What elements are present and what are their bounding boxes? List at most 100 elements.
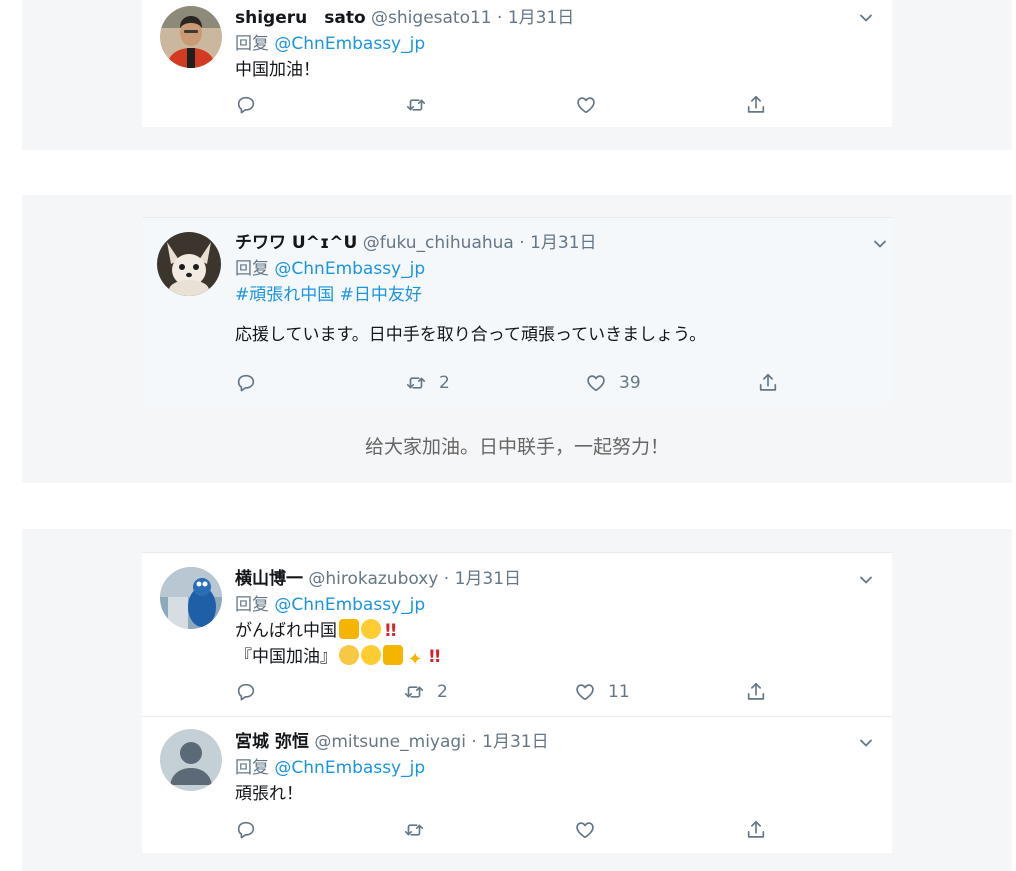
retweet-button[interactable] xyxy=(405,92,427,118)
mention-link[interactable]: @ChnEmbassy_jp xyxy=(274,595,425,615)
like-button[interactable] xyxy=(574,817,596,843)
tweet-header: shigeru sato @shigesato11 · 1月31日 xyxy=(235,5,872,31)
like-button[interactable] xyxy=(575,92,597,118)
reply-button[interactable] xyxy=(235,370,257,396)
like-icon xyxy=(574,681,596,703)
display-name[interactable]: 横山博一 xyxy=(235,569,303,589)
like-count: 11 xyxy=(608,682,630,702)
share-button[interactable] xyxy=(745,817,767,843)
display-name[interactable]: チワワ U^ɪ^U xyxy=(235,233,357,253)
reply-button[interactable] xyxy=(235,679,257,705)
share-icon xyxy=(745,681,767,703)
dot-separator: · xyxy=(465,732,483,752)
reply-icon xyxy=(235,681,257,703)
reply-prefix: 回复 xyxy=(235,259,269,279)
hashtag-links[interactable]: #頑張れ中国 #日中友好 xyxy=(235,282,872,308)
chevron-down-icon[interactable] xyxy=(872,236,888,252)
action-bar xyxy=(235,817,775,843)
grin-emoji xyxy=(361,645,381,665)
timestamp[interactable]: 1月31日 xyxy=(508,8,574,28)
reply-prefix: 回复 xyxy=(235,758,269,778)
reply-context: 回复 @ChnEmbassy_jp xyxy=(235,256,872,282)
retweet-icon xyxy=(403,681,425,703)
sparkles-emoji: ✦ xyxy=(407,649,423,670)
laughing-emoji xyxy=(361,619,381,639)
reply-context: 回复 @ChnEmbassy_jp xyxy=(235,755,872,781)
like-button[interactable]: 39 xyxy=(585,370,641,396)
reply-context: 回复 @ChnEmbassy_jp xyxy=(235,592,872,618)
tweet-text: 『中国加油』 xyxy=(235,647,337,667)
tweet-shigesato11[interactable]: shigeru sato @shigesato11 · 1月31日 回复 @Ch… xyxy=(142,0,892,127)
avatar[interactable] xyxy=(160,567,222,629)
like-count: 39 xyxy=(619,373,641,393)
dot-separator: · xyxy=(513,233,531,253)
reply-button[interactable] xyxy=(235,817,257,843)
dot-separator: · xyxy=(491,8,508,28)
reply-icon xyxy=(235,372,257,394)
retweet-icon xyxy=(403,819,425,841)
retweet-icon xyxy=(405,372,427,394)
tweet-header: 宮城 弥恒 @mitsune_miyagi · 1月31日 xyxy=(235,729,872,755)
reply-button[interactable] xyxy=(235,92,257,118)
avatar[interactable] xyxy=(157,232,221,296)
handle[interactable]: @shigesato11 xyxy=(371,8,492,28)
double-exclamation-icon: !! xyxy=(428,647,441,667)
tweet-text: 応援しています。日中手を取り合って頑張っていきましょう。 xyxy=(235,325,707,345)
retweet-button[interactable]: 2 xyxy=(403,679,448,705)
tweet-text-line1: がんばれ中国!! xyxy=(235,618,872,644)
like-icon xyxy=(585,372,607,394)
retweet-count: 2 xyxy=(439,373,450,393)
tweet-text: がんばれ中国 xyxy=(235,621,337,641)
share-icon xyxy=(745,94,767,116)
reply-icon xyxy=(235,94,257,116)
tweet-text: 中国加油！ xyxy=(235,60,320,80)
avatar[interactable] xyxy=(160,6,222,68)
raised-fist-emoji xyxy=(339,645,359,665)
tweet-header: チワワ U^ɪ^U @fuku_chihuahua · 1月31日 xyxy=(235,230,872,256)
mention-link[interactable]: @ChnEmbassy_jp xyxy=(274,758,425,778)
like-button[interactable]: 11 xyxy=(574,679,630,705)
handle[interactable]: @mitsune_miyagi xyxy=(314,732,466,752)
tweet-text-line2: 『中国加油』 ✦!! xyxy=(235,644,872,670)
share-icon xyxy=(745,819,767,841)
reply-icon xyxy=(235,819,257,841)
like-icon xyxy=(575,94,597,116)
tweet-mitsune_miyagi[interactable]: 宮城 弥恒 @mitsune_miyagi · 1月31日 回复 @ChnEmb… xyxy=(142,716,892,854)
tweet-card-1[interactable]: shigeru sato @shigesato11 · 1月31日 回复 @Ch… xyxy=(142,0,892,127)
tweet-text: 頑張れ！ xyxy=(235,784,303,804)
retweet-count: 2 xyxy=(437,682,448,702)
action-bar: 2 11 xyxy=(235,679,775,705)
translation-caption: 给大家加油。日中联手，一起努力！ xyxy=(364,436,669,458)
retweet-button[interactable]: 2 xyxy=(405,370,450,396)
thumbs-up-emoji xyxy=(383,645,403,665)
timestamp[interactable]: 1月31日 xyxy=(455,569,521,589)
like-icon xyxy=(574,819,596,841)
dot-separator: · xyxy=(438,569,455,589)
reply-prefix: 回复 xyxy=(235,595,269,615)
reply-context: 回复 @ChnEmbassy_jp xyxy=(235,31,872,57)
share-button[interactable] xyxy=(757,370,779,396)
tweet-card-3[interactable]: 横山博一 @hirokazuboxy · 1月31日 回复 @ChnEmbass… xyxy=(142,552,892,853)
timestamp[interactable]: 1月31日 xyxy=(482,732,548,752)
tweet-card-2[interactable]: チワワ U^ɪ^U @fuku_chihuahua · 1月31日 回复 @Ch… xyxy=(142,217,892,406)
reply-prefix: 回复 xyxy=(235,34,269,54)
handle[interactable]: @hirokazuboxy xyxy=(308,569,438,589)
action-bar xyxy=(235,92,775,118)
display-name[interactable]: shigeru sato xyxy=(235,8,366,28)
timestamp[interactable]: 1月31日 xyxy=(530,233,596,253)
share-icon xyxy=(757,372,779,394)
tweet-header: 横山博一 @hirokazuboxy · 1月31日 xyxy=(235,566,872,592)
tweet-hirokazuboxy[interactable]: 横山博一 @hirokazuboxy · 1月31日 回复 @ChnEmbass… xyxy=(142,553,892,716)
mention-link[interactable]: @ChnEmbassy_jp xyxy=(274,259,425,279)
action-bar: 2 39 xyxy=(235,370,775,396)
double-exclamation-icon: !! xyxy=(384,621,397,641)
avatar[interactable] xyxy=(160,729,222,791)
tweet-fuku_chihuahua[interactable]: チワワ U^ɪ^U @fuku_chihuahua · 1月31日 回复 @Ch… xyxy=(142,218,892,406)
retweet-button[interactable] xyxy=(403,817,425,843)
mention-link[interactable]: @ChnEmbassy_jp xyxy=(274,34,425,54)
display-name[interactable]: 宮城 弥恒 xyxy=(235,732,309,752)
share-button[interactable] xyxy=(745,92,767,118)
fist-emoji xyxy=(339,619,359,639)
share-button[interactable] xyxy=(745,679,767,705)
handle[interactable]: @fuku_chihuahua xyxy=(363,233,514,253)
